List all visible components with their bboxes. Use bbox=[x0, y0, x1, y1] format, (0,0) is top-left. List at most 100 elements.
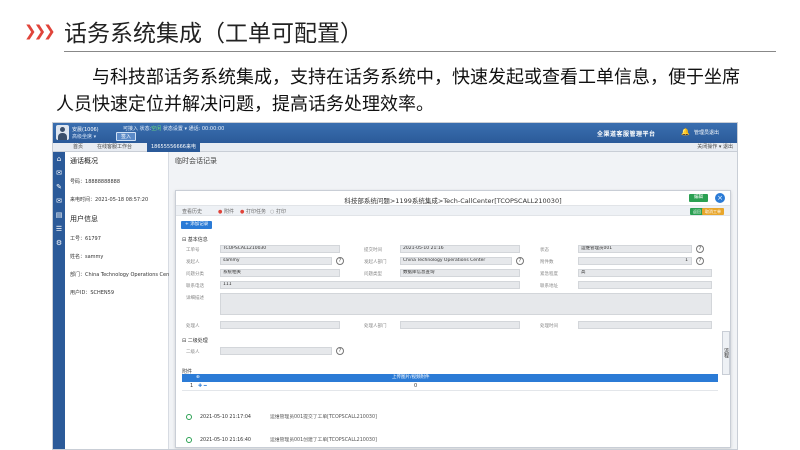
inbox-icon[interactable]: ▤ bbox=[53, 208, 65, 222]
phone-field[interactable]: 111 bbox=[220, 281, 520, 289]
field-label: 处理人 bbox=[186, 324, 200, 329]
attachment-link[interactable]: ● 附件 bbox=[218, 208, 234, 215]
list-icon[interactable]: ☰ bbox=[53, 222, 65, 236]
chat-icon[interactable]: ✉ bbox=[53, 166, 65, 180]
avatar[interactable] bbox=[56, 125, 69, 140]
tab-home[interactable]: 首页 bbox=[69, 143, 87, 152]
field-label: 发起人部门 bbox=[364, 260, 387, 265]
tab-incoming-call[interactable]: 18655556666来电 bbox=[147, 143, 200, 152]
second-level-section[interactable]: ⊟ 二级处理 bbox=[182, 337, 208, 344]
mail-icon[interactable]: ✉ bbox=[53, 194, 65, 208]
title-divider bbox=[64, 51, 776, 52]
settings-icon[interactable]: ⚙ bbox=[53, 236, 65, 250]
cancel-ticket-button[interactable]: 取消工单 bbox=[702, 208, 724, 215]
field-label: 处理人部门 bbox=[364, 324, 387, 329]
help-icon[interactable]: ? bbox=[336, 347, 344, 355]
ticket-dialog: 科技部系统问题>1199系统集成>Tech-CallCenter[TCOPSCA… bbox=[175, 190, 731, 448]
slide-description: 与科技部话务系统集成，支持在话务系统中，快速发起或查看工单信息，便于坐席人员快速… bbox=[56, 67, 740, 115]
logout-button[interactable]: 管理员退出 bbox=[694, 129, 719, 136]
workflow-side-tab[interactable]: 流程 bbox=[722, 331, 730, 375]
attachment-count-field[interactable]: 1 bbox=[578, 257, 692, 265]
field-label: 处理时间 bbox=[540, 324, 558, 329]
join-button[interactable]: 签入 bbox=[116, 132, 137, 141]
edit-icon[interactable]: ✎ bbox=[53, 180, 65, 194]
field-label: 问题分类 bbox=[186, 272, 204, 277]
status-strip: 可接入 状态:空闲 状态设置 ▾ 通话: 00:00:00 bbox=[123, 125, 224, 132]
icon-rail: ⌂ ✉ ✎ ✉ ▤ ☰ ⚙ bbox=[53, 152, 65, 449]
timeline-item: 2021-05-10 21:16:40 运维管理员001创建了工单[TCOPSCA… bbox=[186, 436, 377, 443]
bell-icon[interactable]: 🔔 bbox=[681, 128, 690, 136]
table-row: 1 ✚ ━ 0 bbox=[182, 382, 718, 391]
process-time-field[interactable] bbox=[578, 321, 712, 329]
tab-bar-actions[interactable]: 关闭操作 ▾ 退出 bbox=[697, 143, 733, 152]
status-suffix[interactable]: 状态设置 ▾ 通话: 00:00:00 bbox=[161, 126, 224, 132]
processor-field[interactable] bbox=[220, 321, 340, 329]
user-field: 用户ID：SCHEN59 bbox=[70, 290, 115, 296]
tab-workbench[interactable]: 在线客服工作台 bbox=[93, 143, 136, 152]
timeline-item: 2021-05-10 21:17:04 运维管理员001提交了工单[TCOPSCA… bbox=[186, 413, 377, 420]
field-label: 紧急程度 bbox=[540, 272, 558, 277]
slide-header: ❯❯❯ 话务系统集成（工单可配置） bbox=[0, 0, 800, 58]
ticket-number-field[interactable]: TCOPSCALL210030 bbox=[220, 245, 340, 253]
address-field[interactable] bbox=[578, 281, 712, 289]
add-attachment-icon[interactable]: ⊕ bbox=[196, 374, 200, 382]
user-name: 安晨(1006) bbox=[72, 127, 99, 133]
field-label: 联系地址 bbox=[540, 284, 558, 289]
field-label: 详细描述 bbox=[186, 296, 204, 301]
tab-bar: 首页 在线客服工作台 18655556666来电 关闭操作 ▾ 退出 bbox=[53, 143, 737, 152]
handler-field[interactable]: 运维管理员001 bbox=[578, 245, 692, 253]
user-role-dropdown[interactable]: 高级坐席 ▾ bbox=[72, 133, 96, 140]
app-topbar: 安晨(1006) 高级坐席 ▾ 可接入 状态:空闲 状态设置 ▾ 通话: 00:… bbox=[53, 123, 737, 143]
add-row-icon[interactable]: ✚ ━ bbox=[198, 382, 207, 391]
user-field: 部门：China Technology Operations Center bbox=[70, 272, 177, 278]
view-history-link[interactable]: 查看历史 bbox=[182, 208, 202, 215]
help-icon[interactable]: ? bbox=[696, 245, 704, 253]
submit-time-field[interactable]: 2021-05-10 21:16 bbox=[400, 245, 520, 253]
close-icon[interactable]: × bbox=[715, 193, 725, 203]
home-icon[interactable]: ⌂ bbox=[53, 152, 65, 166]
field-label: 联系电话 bbox=[186, 284, 204, 289]
help-icon[interactable]: ? bbox=[516, 257, 524, 265]
dialog-header: 科技部系统问题>1199系统集成>Tech-CallCenter[TCOPSCA… bbox=[176, 191, 730, 206]
timeline-dot-icon bbox=[186, 413, 192, 420]
processor-dept-field[interactable] bbox=[400, 321, 520, 329]
app-screenshot: 安晨(1006) 高级坐席 ▾ 可接入 状态:空闲 状态设置 ▾ 通话: 00:… bbox=[52, 122, 738, 450]
print-link[interactable]: ○ 打印 bbox=[270, 208, 286, 215]
field-label: 二级人 bbox=[186, 350, 200, 355]
chevron-right-icon: ❯❯❯ bbox=[24, 22, 56, 40]
help-icon[interactable]: ? bbox=[336, 257, 344, 265]
issue-type-field[interactable]: 数据库信息查询 bbox=[400, 269, 520, 277]
main-title: 临时会话记录 bbox=[175, 157, 217, 165]
print-task-link[interactable]: ● 打印任务 bbox=[240, 208, 266, 215]
basic-info-section[interactable]: ⊟ 基本信息 bbox=[182, 236, 208, 243]
field-label: 发起人 bbox=[186, 260, 200, 265]
add-record-button[interactable]: + 添加记录 bbox=[181, 221, 213, 229]
status-ok: 空闲 bbox=[151, 126, 162, 132]
initiator-field[interactable]: sammy bbox=[220, 257, 332, 265]
edit-button[interactable]: 编辑 bbox=[689, 194, 708, 202]
dialog-title: 科技部系统问题>1199系统集成>Tech-CallCenter[TCOPSCA… bbox=[344, 197, 562, 205]
description-field[interactable] bbox=[220, 293, 712, 315]
field-label: 工单号 bbox=[186, 248, 200, 253]
caller-number: 号码：18888888888 bbox=[70, 179, 121, 185]
field-label: 问题类型 bbox=[364, 272, 382, 277]
left-panel: 通话概况 号码：18888888888 来电时间：2021-05-18 08:5… bbox=[65, 152, 176, 449]
field-label: 附件数 bbox=[540, 260, 554, 265]
initiator-dept-field[interactable]: China Technology Operations Center bbox=[400, 257, 512, 265]
second-level-field[interactable] bbox=[220, 347, 332, 355]
field-label: 状态 bbox=[540, 248, 549, 253]
dialog-toolbar: 查看历史 ● 附件 ● 打印任务 ○ 打印 返回 取消工单 bbox=[176, 206, 730, 216]
timeline-dot-icon bbox=[186, 436, 192, 443]
urgency-field[interactable]: 高 bbox=[578, 269, 712, 277]
user-info-title: 用户信息 bbox=[70, 215, 98, 223]
main-area: 临时会话记录 科技部系统问题>1199系统集成>Tech-CallCenter[… bbox=[169, 152, 737, 449]
user-field: 工号：61797 bbox=[70, 236, 101, 242]
slide-title: 话务系统集成（工单可配置） bbox=[64, 21, 363, 47]
attach-count: 0 bbox=[414, 383, 418, 389]
brand-title: 全渠道客服管理平台 bbox=[597, 131, 656, 138]
row-number: 1 bbox=[190, 383, 194, 389]
issue-category-field[interactable]: 系统相关 bbox=[220, 269, 340, 277]
attach-column-header: 上传图片/视频附件 bbox=[392, 375, 430, 380]
help-icon[interactable]: ? bbox=[696, 257, 704, 265]
field-label: 提交时间 bbox=[364, 248, 382, 253]
